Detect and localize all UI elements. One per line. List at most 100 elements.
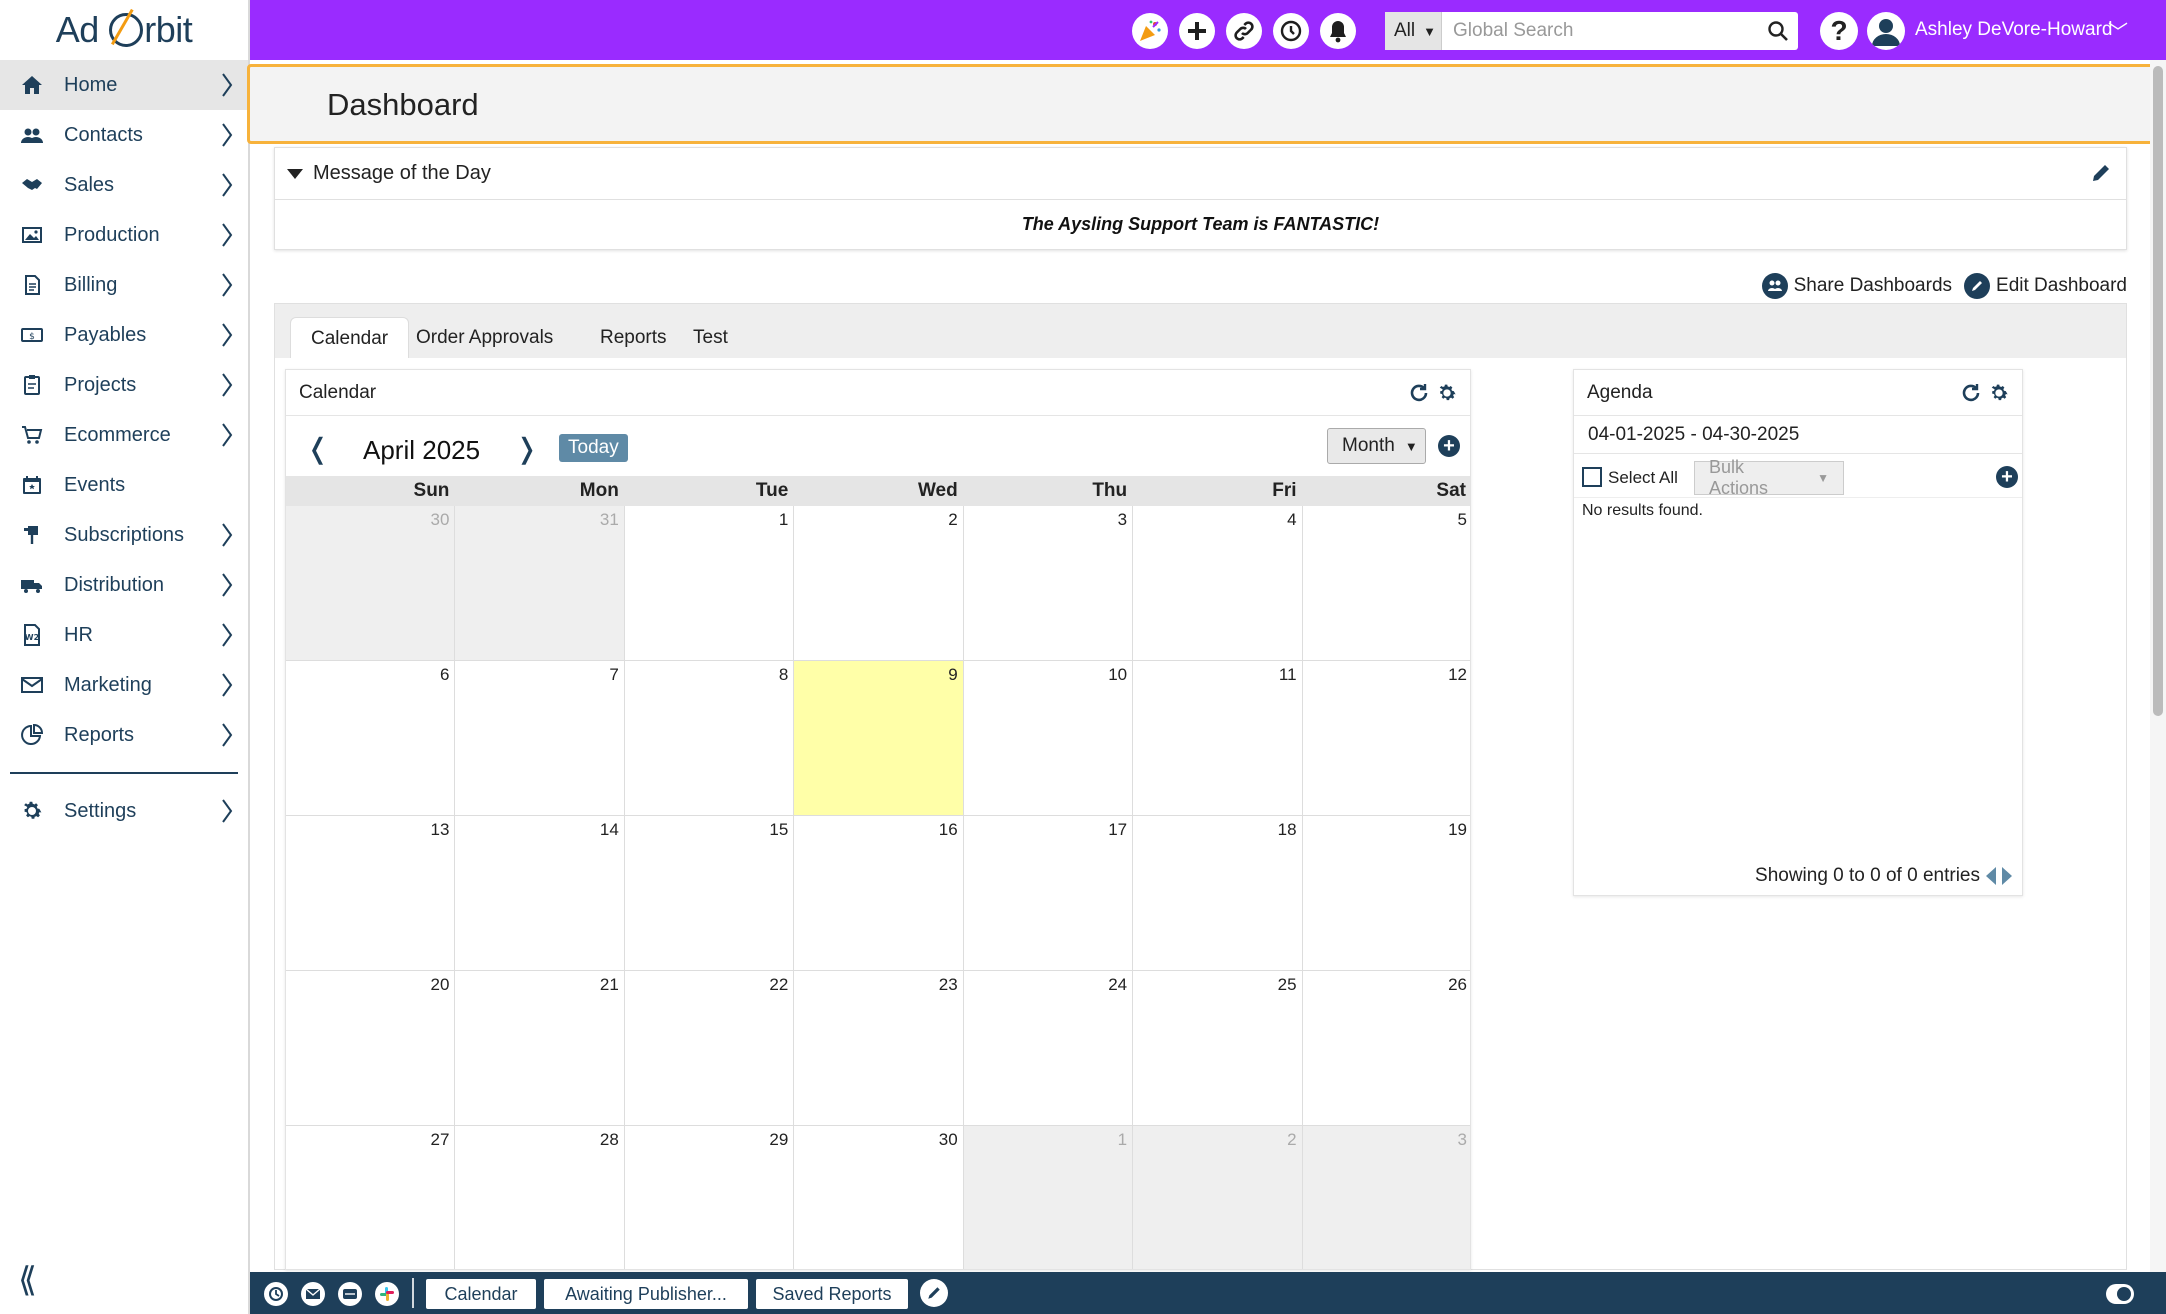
calendar-day[interactable]: 11 — [1133, 661, 1303, 816]
user-name[interactable]: Ashley DeVore-Howard — [1915, 19, 2112, 41]
calendar-day[interactable]: 3 — [963, 506, 1134, 661]
calendar-day[interactable]: 24 — [963, 971, 1134, 1126]
calendar-day[interactable]: 17 — [963, 816, 1134, 971]
calendar-day[interactable]: 1 — [963, 1126, 1134, 1269]
calendar-day[interactable]: 30 — [286, 506, 456, 661]
gear-icon[interactable] — [1436, 382, 1458, 410]
caret-down-icon[interactable] — [287, 168, 303, 179]
edit-dashboard-button[interactable]: Edit Dashboard — [1964, 273, 2127, 299]
calendar-day[interactable]: 20 — [286, 971, 456, 1126]
pencil-icon[interactable] — [2090, 162, 2112, 190]
calendar-day[interactable]: 31 — [455, 506, 625, 661]
bell-icon[interactable] — [1320, 13, 1356, 49]
sidebar-item-sales[interactable]: Sales — [0, 160, 248, 210]
calendar-day[interactable]: 21 — [455, 971, 625, 1126]
calendar-day[interactable]: 6 — [286, 661, 456, 816]
calendar-day[interactable]: 28 — [455, 1126, 625, 1269]
clock-icon[interactable] — [264, 1282, 288, 1306]
today-button[interactable]: Today — [559, 434, 628, 462]
pencil-icon[interactable] — [920, 1279, 948, 1307]
calendar-day[interactable]: 25 — [1133, 971, 1303, 1126]
sidebar-item-events[interactable]: Events — [0, 460, 248, 510]
calendar-day[interactable]: 14 — [455, 816, 625, 971]
bottom-tab-saved-reports[interactable]: Saved Reports — [756, 1279, 908, 1309]
calendar-day[interactable]: 1 — [624, 506, 795, 661]
calendar-day[interactable]: 26 — [1302, 971, 1470, 1126]
calendar-day[interactable]: 5 — [1302, 506, 1470, 661]
motd-header[interactable]: Message of the Day — [275, 148, 2126, 200]
calendar-day[interactable]: 13 — [286, 816, 456, 971]
calendar-day[interactable]: 22 — [624, 971, 795, 1126]
help-button[interactable]: ? — [1820, 12, 1858, 50]
calendar-day[interactable]: 2 — [1133, 1126, 1303, 1269]
sidebar-item-production[interactable]: Production — [0, 210, 248, 260]
calendar-day-today[interactable]: 9 — [794, 661, 964, 816]
calendar-day[interactable]: 10 — [963, 661, 1134, 816]
sidebar-item-label: Payables — [64, 323, 147, 346]
theme-toggle[interactable] — [2106, 1284, 2134, 1304]
calendar-view-select[interactable]: Month ▼ — [1327, 428, 1426, 464]
sidebar-item-reports[interactable]: Reports — [0, 710, 248, 760]
ad-orbit-logo[interactable]: Ad rbit — [0, 0, 248, 60]
select-all-checkbox[interactable] — [1582, 467, 1602, 487]
bottom-tab-awaiting-publisher[interactable]: Awaiting Publisher... — [544, 1279, 748, 1309]
share-dashboards-button[interactable]: Share Dashboards — [1761, 273, 1952, 299]
gear-icon[interactable] — [1988, 382, 2010, 410]
calendar-day[interactable]: 16 — [794, 816, 964, 971]
calendar-day[interactable]: 19 — [1302, 816, 1470, 971]
bulk-actions-select[interactable]: Bulk Actions ▼ — [1694, 457, 1844, 498]
refresh-icon[interactable] — [1408, 382, 1430, 410]
slack-icon[interactable] — [375, 1282, 399, 1306]
calendar-day[interactable]: 15 — [624, 816, 795, 971]
sidebar-item-distribution[interactable]: Distribution — [0, 560, 248, 610]
scrollbar-thumb[interactable] — [2153, 66, 2163, 716]
sidebar-item-payables[interactable]: $ Payables — [0, 310, 248, 360]
previous-page-icon[interactable] — [1986, 867, 1996, 885]
calendar-day[interactable]: 18 — [1133, 816, 1303, 971]
calendar-day[interactable]: 8 — [624, 661, 795, 816]
sidebar-item-subscriptions[interactable]: Subscriptions — [0, 510, 248, 560]
sidebar-item-home[interactable]: Home — [0, 60, 248, 110]
search-icon[interactable] — [1758, 12, 1798, 50]
inbox-icon[interactable] — [338, 1282, 362, 1306]
calendar-day[interactable]: 12 — [1302, 661, 1470, 816]
refresh-icon[interactable] — [1960, 382, 1982, 410]
sidebar-item-hr[interactable]: W2 HR — [0, 610, 248, 660]
tab-reports[interactable]: Reports — [580, 317, 687, 360]
search-scope-select[interactable]: All ▼ — [1385, 12, 1442, 50]
tab-test[interactable]: Test — [673, 317, 748, 360]
search-input[interactable] — [1442, 12, 1758, 50]
sidebar-item-marketing[interactable]: Marketing — [0, 660, 248, 710]
calendar-day[interactable]: 29 — [625, 1126, 795, 1269]
add-agenda-item-icon[interactable]: + — [1996, 466, 2018, 488]
calendar-day[interactable]: 7 — [455, 661, 625, 816]
collapse-sidebar-icon[interactable]: ⟪ — [18, 1260, 37, 1300]
chevron-right-icon[interactable]: ❭ — [515, 432, 538, 465]
tab-order-approvals[interactable]: Order Approvals — [396, 317, 573, 360]
party-popper-icon[interactable] — [1132, 13, 1168, 49]
page-scrollbar[interactable] — [2150, 60, 2166, 1272]
calendar-day[interactable]: 23 — [794, 971, 964, 1126]
avatar[interactable] — [1867, 12, 1905, 50]
mail-icon[interactable] — [301, 1282, 325, 1306]
sidebar-item-billing[interactable]: Billing — [0, 260, 248, 310]
sidebar-item-projects[interactable]: Projects — [0, 360, 248, 410]
link-icon[interactable] — [1226, 13, 1262, 49]
bottom-tab-calendar[interactable]: Calendar — [426, 1279, 536, 1309]
calendar-day[interactable]: 30 — [794, 1126, 964, 1269]
chevron-left-icon[interactable]: ❬ — [306, 432, 329, 465]
sidebar-item-ecommerce[interactable]: Ecommerce — [0, 410, 248, 460]
calendar-day[interactable]: 2 — [794, 506, 964, 661]
calendar-day[interactable]: 27 — [286, 1126, 456, 1269]
add-event-icon[interactable]: + — [1438, 435, 1460, 457]
chevron-down-icon[interactable]: ﹀ — [2108, 16, 2128, 45]
history-icon[interactable] — [1273, 13, 1309, 49]
calendar-day[interactable]: 4 — [1133, 506, 1303, 661]
add-icon[interactable] — [1179, 13, 1215, 49]
tab-calendar[interactable]: Calendar — [290, 317, 410, 360]
calendar-day[interactable]: 3 — [1302, 1126, 1470, 1269]
sidebar-item-settings[interactable]: Settings — [0, 786, 248, 836]
next-page-icon[interactable] — [2002, 867, 2012, 885]
select-all-label[interactable]: Select All — [1608, 468, 1678, 488]
sidebar-item-contacts[interactable]: Contacts — [0, 110, 248, 160]
